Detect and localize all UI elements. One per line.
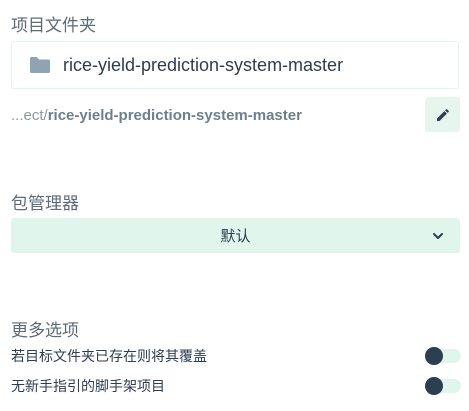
option-no-wizard-label: 无新手指引的脚手架项目: [11, 379, 165, 395]
package-manager-label: 包管理器: [11, 194, 79, 214]
path-prefix: ...ect/: [11, 106, 48, 124]
folder-path: ...ect/rice-yield-prediction-system-mast…: [11, 104, 302, 126]
path-folder-name: rice-yield-prediction-system-master: [47, 106, 302, 124]
chevron-down-icon: [431, 229, 445, 243]
edit-path-button[interactable]: [425, 97, 460, 132]
overwrite-toggle[interactable]: [425, 347, 461, 365]
toggle-knob: [425, 377, 443, 395]
folder-name: rice-yield-prediction-system-master: [63, 54, 344, 75]
package-manager-select[interactable]: 默认: [11, 218, 460, 253]
no-wizard-toggle[interactable]: [425, 377, 461, 395]
option-no-wizard: 无新手指引的脚手架项目: [11, 375, 461, 397]
option-overwrite-label: 若目标文件夹已存在则将其覆盖: [11, 349, 207, 365]
more-options-label: 更多选项: [11, 321, 79, 341]
folder-display: rice-yield-prediction-system-master: [11, 41, 459, 89]
folder-icon: [29, 56, 51, 74]
pencil-icon: [435, 107, 451, 123]
option-overwrite: 若目标文件夹已存在则将其覆盖: [11, 345, 461, 367]
package-manager-value: 默认: [220, 227, 251, 245]
toggle-knob: [425, 347, 443, 365]
project-folder-label: 项目文件夹: [11, 16, 96, 36]
